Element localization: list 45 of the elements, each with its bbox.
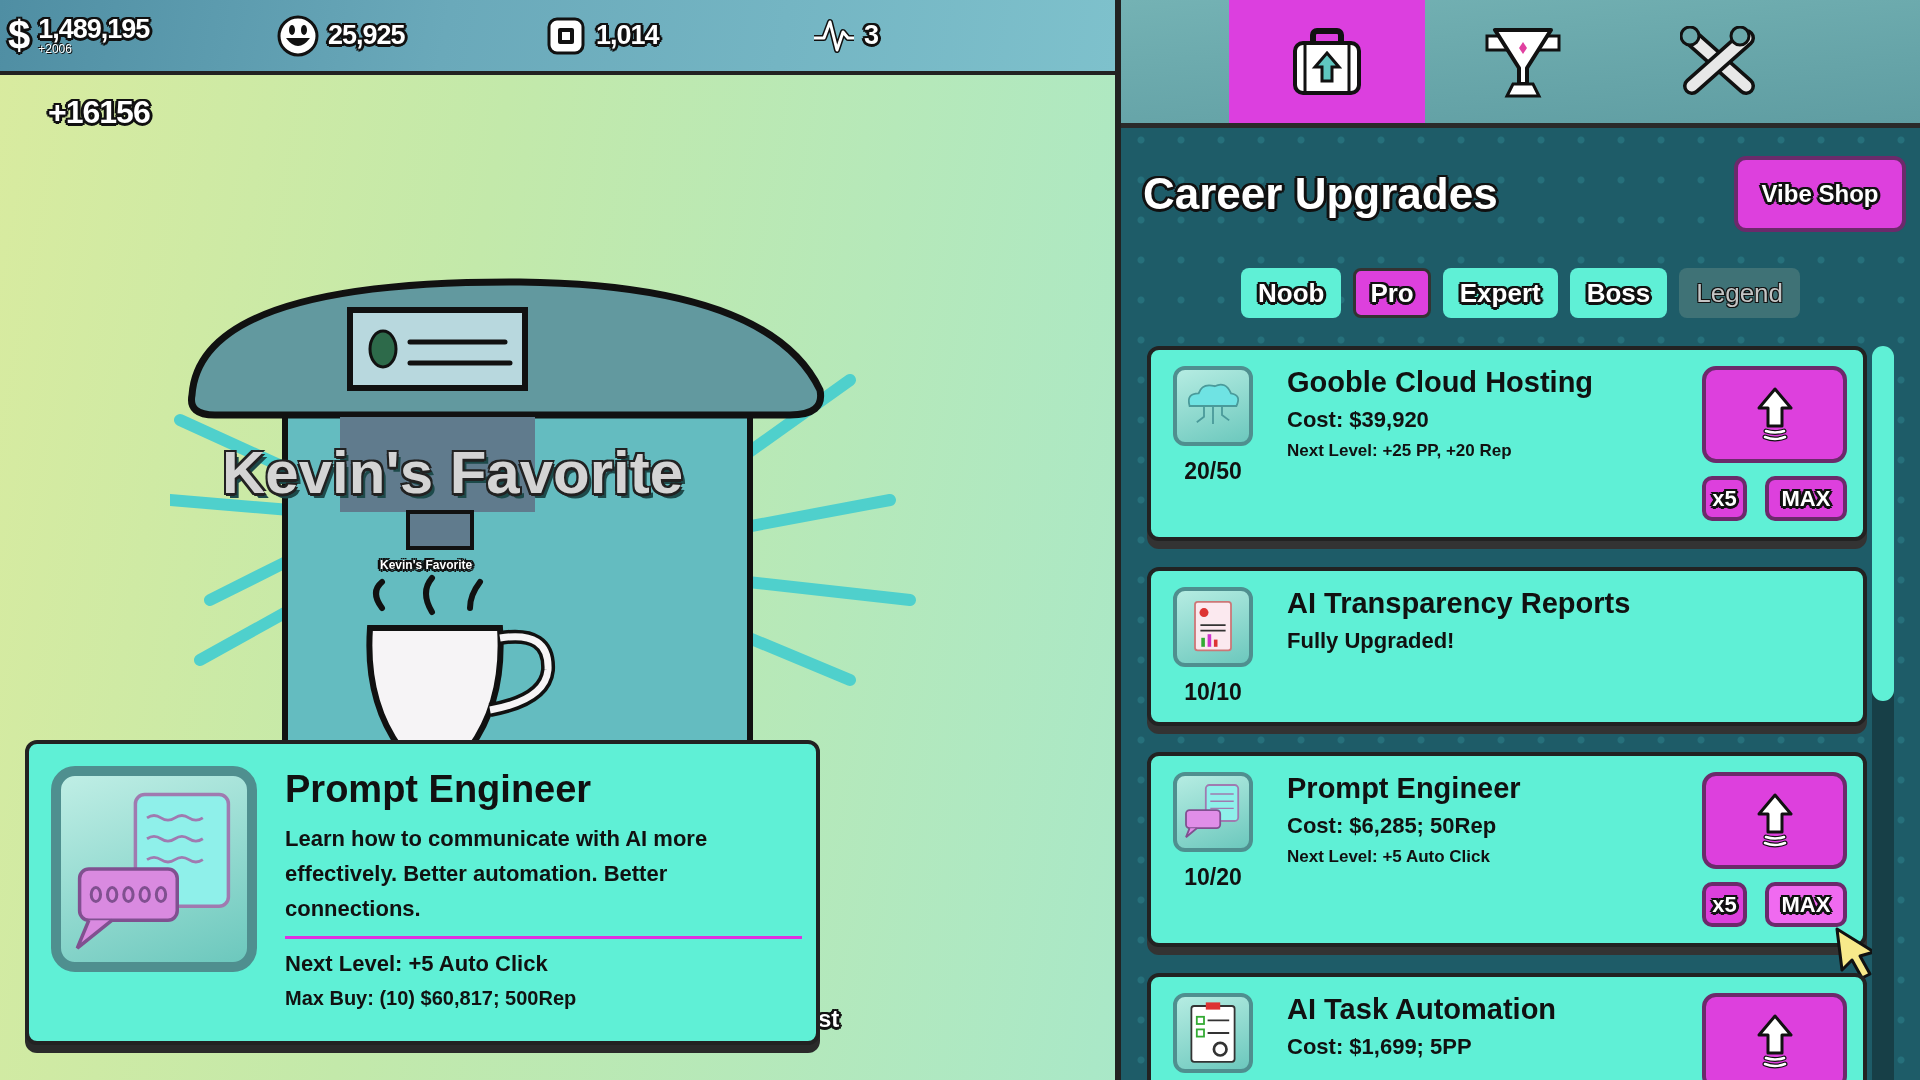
- buy-five-button[interactable]: x5: [1702, 476, 1747, 521]
- max-buy-text: Max Buy: (10) $60,817; 500Rep: [285, 987, 578, 1010]
- tier-tab[interactable]: Pro: [1353, 268, 1431, 318]
- stat-rate: +2006: [38, 43, 72, 55]
- panel-tab[interactable]: [1229, 0, 1425, 123]
- tooltip-description: Learn how to communicate with AI more effectively. Better automation. Better connections.: [285, 825, 709, 923]
- upgrade-title: Prompt Engineer: [1287, 772, 1522, 805]
- stat-value: 3: [864, 22, 879, 49]
- tooltip-title: Prompt Engineer: [285, 768, 593, 811]
- dollar-icon: $: [8, 13, 31, 58]
- upgrade-cost: Cost: $6,285; 50Rep: [1287, 813, 1498, 839]
- level-count: 20/50: [1184, 458, 1242, 485]
- sign-label: Kevin's Favorite: [380, 558, 473, 572]
- panel-title: Career Upgrades: [1143, 169, 1498, 219]
- upgrade-status: Fully Upgraded!: [1287, 628, 1456, 654]
- level-count: 10/10: [1184, 679, 1242, 706]
- partial-text: st: [818, 1005, 840, 1033]
- next-level-text: Next Level: +5 Auto Click: [1287, 847, 1491, 867]
- upgrade-title: AI Transparency Reports: [1287, 587, 1632, 620]
- upgrade-title: AI Task Automation: [1287, 993, 1558, 1026]
- level-count: 10/20: [1184, 864, 1242, 891]
- upgrade-button[interactable]: [1702, 366, 1847, 463]
- buy-five-button[interactable]: x5: [1702, 882, 1747, 927]
- tools-icon: [1680, 25, 1758, 98]
- scrollbar-thumb[interactable]: [1872, 346, 1894, 701]
- stat-value: 1,489,195: [38, 16, 150, 43]
- stat-value: 25,925: [328, 22, 405, 49]
- upgrade-button[interactable]: [1702, 993, 1847, 1080]
- chat-bubbles-icon: [51, 766, 257, 972]
- stat-value: 1,014: [596, 22, 659, 49]
- upgrade-button[interactable]: [1702, 772, 1847, 869]
- upgrade-picture-icon: [1173, 993, 1253, 1073]
- buy-max-button[interactable]: MAX: [1765, 882, 1847, 927]
- floating-gain-text: +16156: [48, 94, 150, 131]
- upgrade-cost: Cost: $1,699; 5PP: [1287, 1034, 1473, 1060]
- next-level-text: Next Level: +25 PP, +20 Rep: [1287, 441, 1513, 461]
- vibe-shop-button[interactable]: Vibe Shop: [1734, 156, 1906, 232]
- upgrade-title: Gooble Cloud Hosting: [1287, 366, 1595, 399]
- next-level-text: Next Level: +5 Auto Click: [285, 951, 549, 977]
- buy-max-button[interactable]: MAX: [1765, 476, 1847, 521]
- smiley-icon: [276, 13, 320, 58]
- upgrade-picture-icon: [1173, 587, 1253, 667]
- upgrade-cost: Cost: $39,920: [1287, 407, 1430, 433]
- upgrade-picture-icon: [1173, 366, 1253, 446]
- upgrade-picture-icon: [1173, 772, 1253, 852]
